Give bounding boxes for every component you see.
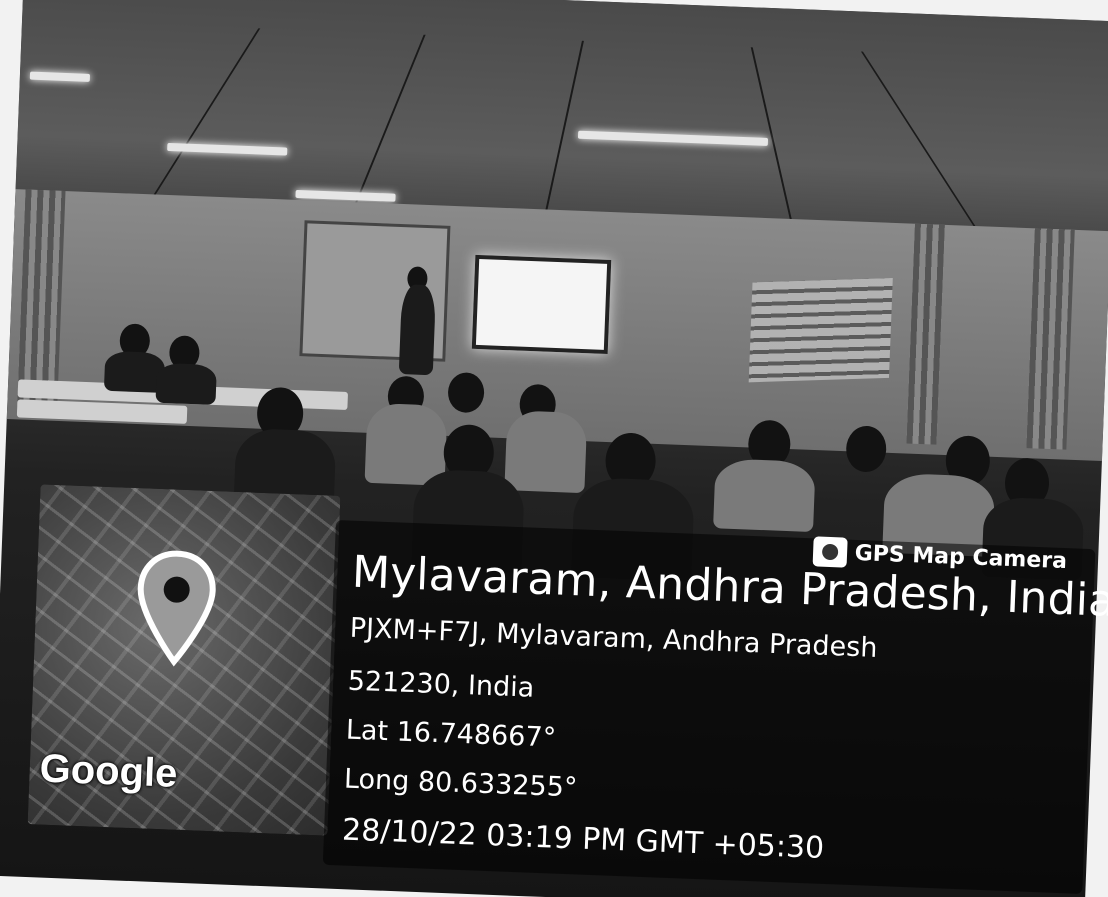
map-thumbnail: Google xyxy=(27,484,341,836)
address-line-1: PJXM+F7J, Mylavaram, Andhra Pradesh xyxy=(349,612,878,664)
screenshot-frame: Google GPS Map Camera Mylavaram, Andhra … xyxy=(0,0,1108,897)
google-logo: Google xyxy=(38,746,179,796)
longitude: Long 80.633255° xyxy=(343,763,578,804)
timestamp: 28/10/22 03:19 PM GMT +05:30 xyxy=(341,812,825,866)
location-info-panel: GPS Map Camera Mylavaram, Andhra Pradesh… xyxy=(322,520,1108,894)
map-pin-icon xyxy=(137,550,216,667)
latitude: Lat 16.748667° xyxy=(345,714,557,754)
address-line-2: 521230, India xyxy=(347,665,535,704)
camera-icon xyxy=(812,536,848,568)
gps-watermark: Google GPS Map Camera Mylavaram, Andhra … xyxy=(0,0,1108,897)
